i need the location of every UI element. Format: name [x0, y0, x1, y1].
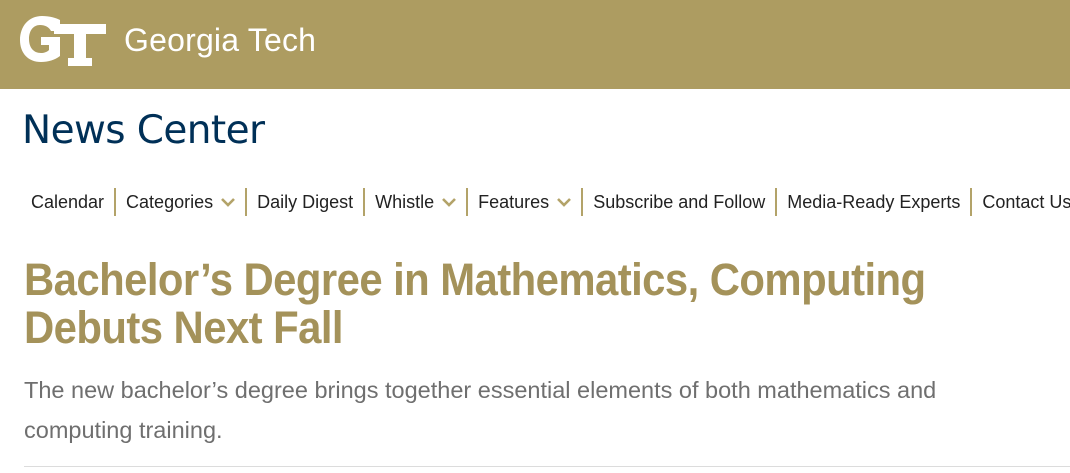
nav-item-media-ready-experts[interactable]: Media-Ready Experts	[777, 187, 970, 217]
nav-item-calendar[interactable]: Calendar	[21, 187, 114, 217]
main-nav: Calendar Categories Daily Digest Whistle…	[21, 187, 1070, 217]
divider	[24, 466, 1070, 467]
nav-item-categories[interactable]: Categories	[116, 187, 245, 217]
nav-item-label: Media-Ready Experts	[787, 191, 961, 212]
nav-item-label: Contact Us	[982, 191, 1070, 212]
georgia-tech-logo[interactable]: Georgia Tech	[20, 14, 316, 68]
nav-item-label: Calendar	[31, 191, 105, 212]
nav-item-label: Daily Digest	[257, 191, 354, 212]
chevron-down-icon[interactable]	[221, 197, 236, 207]
nav-item-contact-us[interactable]: Contact Us	[972, 187, 1070, 217]
logo-wordmark: Georgia Tech	[124, 22, 317, 58]
nav-item-subscribe-and-follow[interactable]: Subscribe and Follow	[583, 187, 775, 217]
chevron-down-icon[interactable]	[557, 197, 572, 207]
site-title[interactable]: News Center	[22, 111, 265, 150]
nav-item-daily-digest[interactable]: Daily Digest	[247, 187, 363, 217]
nav-item-features[interactable]: Features	[468, 187, 581, 217]
chevron-down-icon[interactable]	[442, 197, 457, 207]
nav-item-whistle[interactable]: Whistle	[365, 187, 466, 217]
gt-monogram-icon	[20, 16, 106, 66]
nav-item-label: Features	[478, 191, 550, 212]
nav-item-label: Categories	[126, 191, 214, 212]
nav-item-label: Subscribe and Follow	[593, 191, 766, 212]
site-header-bar: Georgia Tech	[0, 0, 1070, 89]
article-subhead: The new bachelor’s degree brings togethe…	[24, 377, 937, 443]
nav-item-label: Whistle	[375, 191, 435, 212]
article-headline: Bachelor’s Degree in Mathematics, Comput…	[24, 254, 926, 353]
